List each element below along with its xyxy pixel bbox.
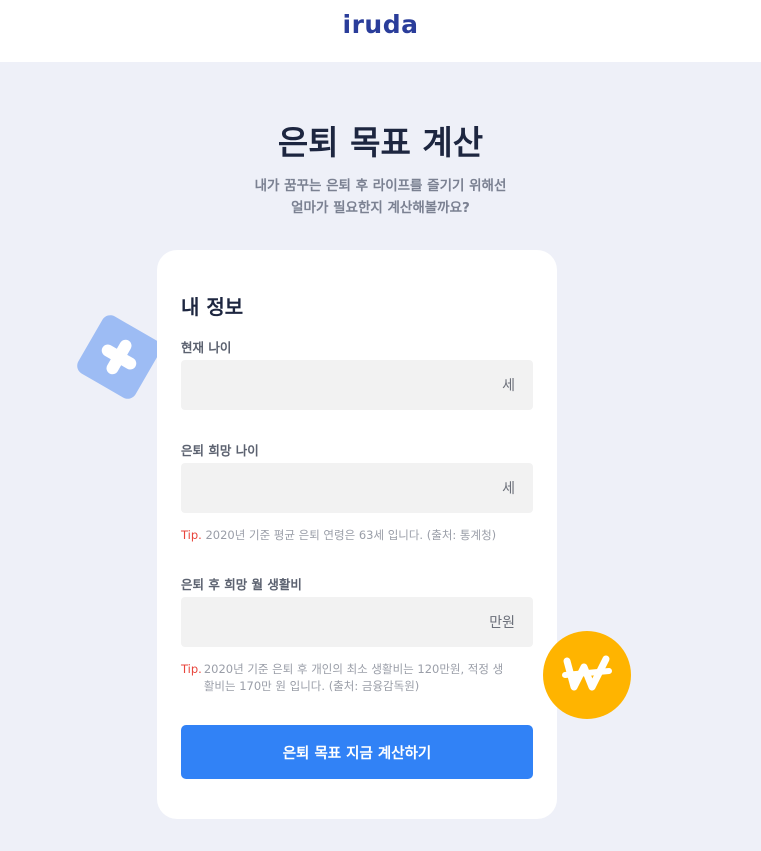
tip-tag: Tip. <box>181 662 202 676</box>
monthly-cost-field: 만원 <box>181 597 533 647</box>
iruda-logo[interactable]: iruda <box>0 10 761 39</box>
section-title: 내 정보 <box>181 295 244 319</box>
won-coin-icon <box>543 631 631 719</box>
tip-text: 2020년 기준 은퇴 후 개인의 최소 생활비는 120만원, 적정 생활비는… <box>203 662 504 693</box>
page-title: 은퇴 목표 계산 <box>277 123 484 162</box>
retire-age-unit: 세 <box>502 481 515 497</box>
retire-age-label: 은퇴 희망 나이 <box>181 443 259 458</box>
tip-text: 2020년 기준 평균 은퇴 연령은 63세 입니다. (출처: 통계청) <box>205 528 497 542</box>
monthly-cost-tip: Tip. 2020년 기준 은퇴 후 개인의 최소 생활비는 120만원, 적정… <box>181 661 507 695</box>
page-subtitle: 내가 꿈꾸는 은퇴 후 라이프를 즐기기 위해선 얼마가 필요한지 계산해볼까요… <box>0 175 761 219</box>
tip-tag: Tip. <box>181 528 202 542</box>
monthly-cost-input[interactable] <box>181 597 481 647</box>
current-age-unit: 세 <box>502 378 515 394</box>
current-age-label: 현재 나이 <box>181 340 232 355</box>
subtitle-line-2: 얼마가 필요한지 계산해볼까요? <box>291 200 470 216</box>
current-age-input[interactable] <box>181 360 481 410</box>
retire-age-input[interactable] <box>181 463 481 513</box>
monthly-cost-label: 은퇴 후 희망 월 생활비 <box>181 577 302 592</box>
info-form-card: 내 정보 현재 나이 세 은퇴 희망 나이 세 Tip. 2020년 기준 평균… <box>157 250 557 819</box>
current-age-field: 세 <box>181 360 533 410</box>
won-coin-glyph <box>562 655 612 691</box>
calculate-button[interactable]: 은퇴 목표 지금 계산하기 <box>181 725 533 779</box>
top-header: iruda <box>0 0 761 62</box>
monthly-cost-unit: 만원 <box>489 615 515 631</box>
subtitle-line-1: 내가 꿈꾸는 은퇴 후 라이프를 즐기기 위해선 <box>254 178 507 194</box>
retire-age-tip: Tip. 2020년 기준 평균 은퇴 연령은 63세 입니다. (출처: 통계… <box>181 527 531 544</box>
plus-icon <box>73 311 165 403</box>
retire-age-field: 세 <box>181 463 533 513</box>
